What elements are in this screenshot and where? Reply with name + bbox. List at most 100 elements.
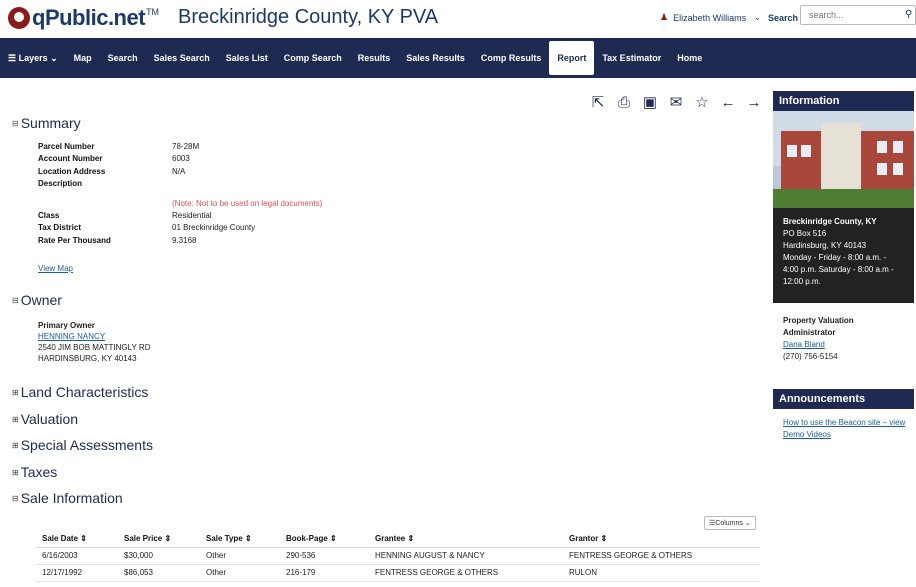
collapse-icon: ⊟ — [12, 295, 19, 305]
section-special-assessments[interactable]: ⊞ Special Assessments — [12, 437, 153, 453]
main-content: ⇱ ⎙ ▣ ✉ ☆ ← → ⊟ Summary Parcel Number 78-… — [8, 85, 768, 587]
main-nav: ☰ Layers ⌄ Map Search Sales Search Sales… — [0, 38, 916, 78]
table-cell: Other — [200, 564, 280, 582]
office-line: 12:00 p.m. — [783, 277, 821, 286]
office-line: 4:00 p.m. Saturday - 8:00 a.m - — [783, 265, 894, 274]
collapse-icon: ⊟ — [12, 493, 19, 503]
table-header-row: Sale Date ⇕ Sale Price ⇕ Sale Type ⇕ Boo… — [36, 531, 760, 548]
nav-sales-list[interactable]: Sales List — [218, 41, 276, 75]
email-icon[interactable]: ✉ — [668, 95, 684, 111]
column-header[interactable]: Book-Page ⇕ — [280, 531, 369, 548]
pva-title: Administrator — [783, 328, 836, 337]
field-label: Description — [38, 178, 83, 188]
sales-table: Sale Date ⇕ Sale Price ⇕ Sale Type ⇕ Boo… — [36, 531, 760, 582]
owner-block: Primary Owner HENNING NANCY 2540 JIM BOB… — [38, 320, 150, 364]
logo[interactable]: qPublic.net TM — [8, 5, 159, 31]
section-title: Owner — [20, 292, 62, 308]
sidebar: Information Breckinridge County, KY PO B… — [773, 91, 914, 441]
table-cell: $30,000 — [118, 547, 200, 565]
column-header[interactable]: Sale Type ⇕ — [200, 531, 280, 548]
photo-window — [877, 163, 887, 175]
header: qPublic.net TM Breckinridge County, KY P… — [0, 0, 916, 36]
section-summary[interactable]: ⊟ Summary — [12, 115, 81, 131]
collapse-icon: ⊟ — [12, 118, 19, 128]
nav-search[interactable]: Search — [100, 41, 146, 75]
table-cell: 12/17/1992 — [36, 564, 118, 582]
legal-note: (Note: Not to be used on legal documents… — [172, 198, 323, 208]
share-icon[interactable]: ⇱ — [590, 95, 606, 111]
field-value: Residential — [172, 211, 212, 221]
table-cell: 290-536 — [280, 547, 369, 565]
expand-icon: ⊞ — [12, 440, 19, 450]
pva-name-link[interactable]: Dana Bland — [783, 339, 908, 351]
field-value: 9.3168 — [172, 235, 197, 245]
table-row: 6/16/2003 $30,000 Other 290-536 HENNING … — [36, 547, 760, 565]
table-cell: Other — [200, 547, 280, 565]
photo-grass — [773, 189, 914, 208]
arrow-left-icon[interactable]: ← — [720, 95, 736, 111]
section-owner[interactable]: ⊟ Owner — [12, 292, 62, 308]
section-sale-information[interactable]: ⊟ Sale Information — [12, 490, 123, 506]
user-name: Elizabeth Williams — [673, 12, 747, 23]
search-icon[interactable]: ⚲ — [905, 9, 912, 20]
section-title: Sale Information — [20, 490, 123, 506]
field-value: 78-28M — [172, 142, 200, 151]
owner-name-link[interactable]: HENNING NANCY — [38, 331, 150, 342]
search-label: Search — [768, 13, 799, 23]
expand-icon: ⊞ — [12, 414, 19, 424]
nav-comp-search[interactable]: Comp Search — [276, 41, 350, 75]
field-row: (Note: Not to be used on legal documents… — [38, 198, 322, 210]
section-land-characteristics[interactable]: ⊞ Land Characteristics — [12, 384, 148, 400]
report-toolbar: ⇱ ⎙ ▣ ✉ ☆ ← → — [590, 95, 762, 111]
photo-portico — [821, 123, 861, 189]
chevron-down-icon: ⌄ — [754, 13, 761, 22]
photo-window — [787, 145, 797, 157]
section-title: Summary — [20, 115, 81, 131]
photo-window — [893, 141, 903, 153]
star-icon[interactable]: ☆ — [694, 95, 710, 111]
section-title: Valuation — [20, 411, 79, 427]
office-name: Breckinridge County, KY — [783, 217, 877, 226]
column-header[interactable]: Grantee ⇕ — [369, 531, 563, 548]
section-title: Land Characteristics — [20, 384, 149, 400]
column-header[interactable]: Sale Price ⇕ — [118, 531, 200, 548]
user-menu[interactable]: ♟ Elizabeth Williams ⌄ — [660, 12, 761, 23]
table-row: 12/17/1992 $86,053 Other 216-179 FENTRES… — [36, 564, 760, 582]
nav-tax-estimator[interactable]: Tax Estimator — [594, 41, 669, 75]
office-info: Breckinridge County, KY PO Box 516 Hardi… — [773, 208, 914, 303]
field-row: Tax District 01 Breckinridge County — [38, 222, 322, 234]
field-row: Description — [38, 178, 322, 198]
photo-window — [877, 141, 887, 153]
field-label: Location Address — [38, 166, 106, 176]
photo-window — [893, 163, 903, 175]
logo-trademark: TM — [146, 7, 160, 17]
nav-comp-results[interactable]: Comp Results — [473, 41, 550, 75]
column-header[interactable]: Sale Date ⇕ — [36, 531, 118, 548]
image-icon[interactable]: ▣ — [642, 95, 658, 111]
summary-fields: Parcel Number 78-28M Account Number 6003 L… — [38, 141, 322, 247]
search-input[interactable] — [800, 5, 916, 25]
column-header[interactable]: Grantor ⇕ — [563, 531, 760, 548]
arrow-right-icon[interactable]: → — [746, 95, 762, 111]
announcement-link[interactable]: How to use the Beacon site – view — [783, 417, 908, 429]
field-row: Account Number 6003 — [38, 153, 322, 165]
print-icon[interactable]: ⎙ — [616, 95, 632, 111]
nav-sales-results[interactable]: Sales Results — [398, 41, 473, 75]
section-taxes[interactable]: ⊞ Taxes — [12, 464, 57, 480]
columns-dropdown[interactable]: ☰Columns ⌄ — [704, 516, 756, 530]
nav-sales-search[interactable]: Sales Search — [146, 41, 218, 75]
section-valuation[interactable]: ⊞ Valuation — [12, 411, 78, 427]
nav-home[interactable]: Home — [669, 41, 710, 75]
field-label — [38, 198, 172, 210]
table-cell: FENTRESS GEORGE & OTHERS — [369, 564, 563, 582]
field-label: Account Number — [38, 154, 103, 164]
announcement-link[interactable]: Demo Videos — [783, 429, 908, 441]
nav-layers[interactable]: ☰ Layers ⌄ — [0, 41, 66, 75]
user-icon: ♟ — [660, 12, 669, 22]
table-cell: HENNING AUGUST & NANCY — [369, 547, 563, 565]
nav-results[interactable]: Results — [350, 41, 399, 75]
pva-info: Property Valuation Administrator Dana Bl… — [773, 303, 914, 389]
view-map-link[interactable]: View Map — [38, 264, 73, 273]
nav-report[interactable]: Report — [549, 41, 595, 75]
nav-map[interactable]: Map — [66, 41, 100, 75]
